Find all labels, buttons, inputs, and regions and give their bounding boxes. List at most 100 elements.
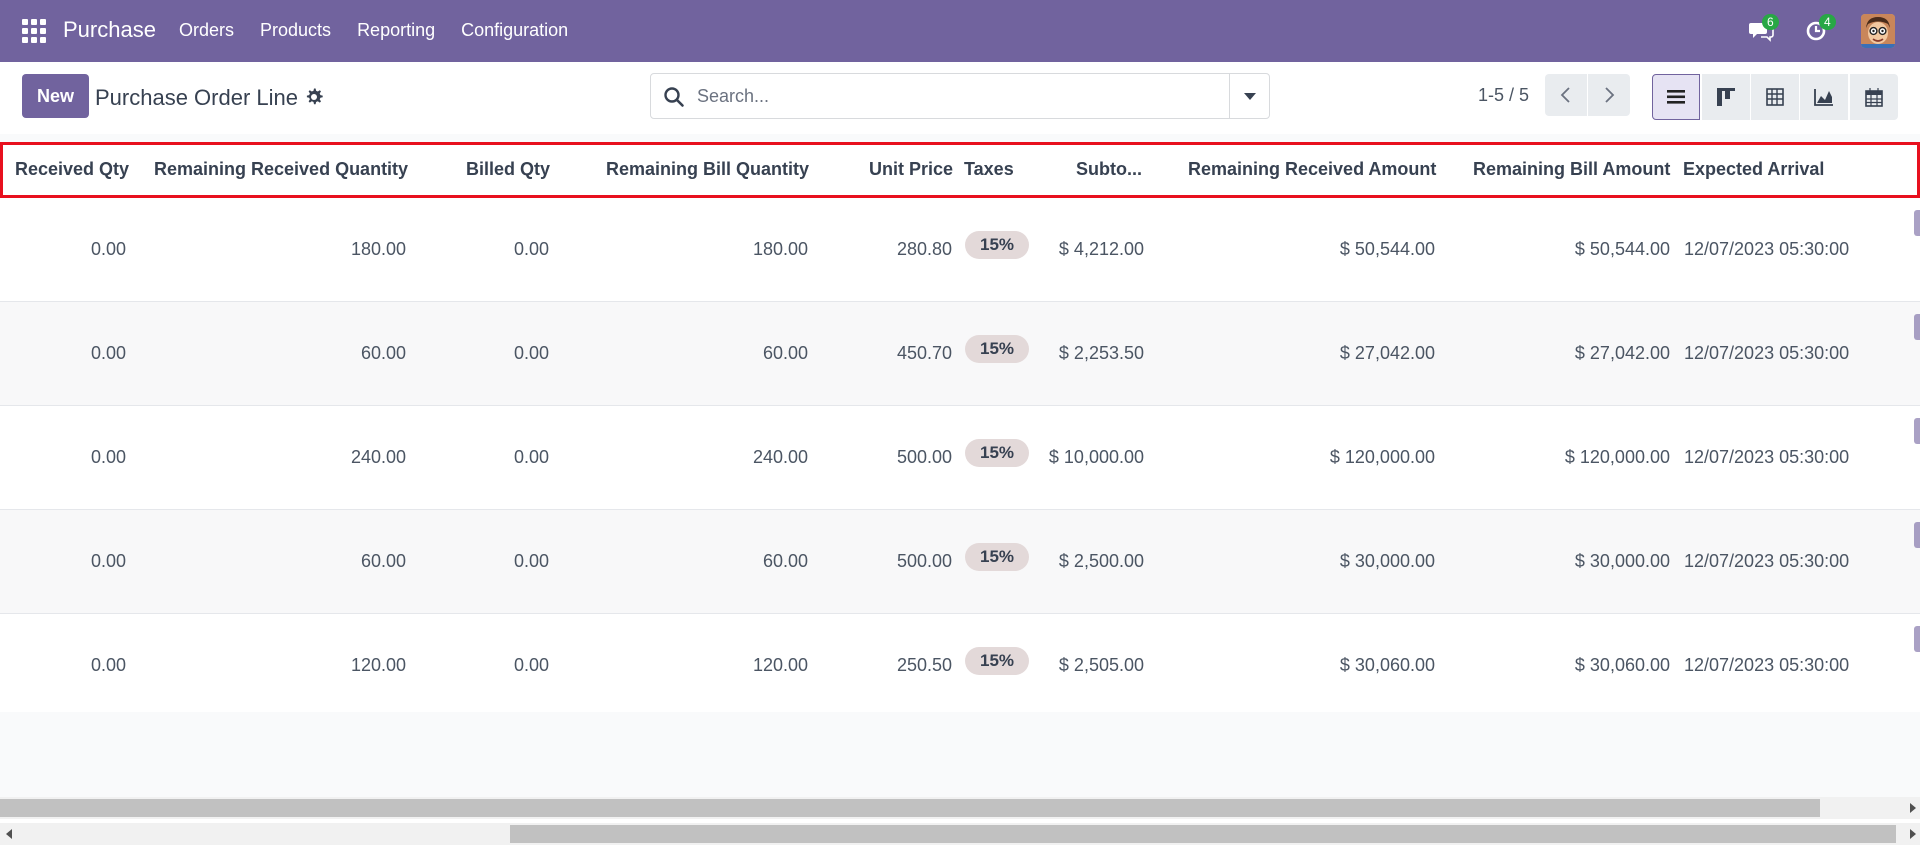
scrollbar-thumb[interactable] [510,825,1896,843]
search-bar [650,73,1270,119]
scrollbar-thumb[interactable] [0,799,1820,817]
cell-billed-qty: 0.00 [513,655,549,675]
search-icon [663,86,685,108]
scroll-right-arrow-icon[interactable] [1910,829,1916,839]
cell-remaining-bill-amount: $ 30,000.00 [1574,551,1670,571]
chevron-right-icon [1605,87,1615,103]
calendar-view-icon [1865,88,1883,107]
cell-remaining-received-quantity: 120.00 [350,655,406,675]
cell-received-qty: 0.00 [90,447,126,467]
row-action-handle[interactable] [1914,522,1920,548]
main-menu: Orders Products Reporting Configuration [179,20,568,41]
cell-billed-qty: 0.00 [513,239,549,259]
menu-item-orders[interactable]: Orders [179,20,234,41]
cell-billed-qty: 0.00 [513,343,549,363]
cell-remaining-bill-quantity: 120.00 [752,655,808,675]
table-empty-area [0,712,1920,798]
column-header-taxes[interactable]: Taxes [964,159,1014,180]
cell-unit-price: 500.00 [896,447,952,467]
graph-view-button[interactable] [1800,74,1848,120]
cell-remaining-bill-amount: $ 27,042.00 [1574,343,1670,363]
pivot-view-icon [1766,88,1784,106]
cell-remaining-bill-amount: $ 120,000.00 [1564,447,1670,467]
chevron-down-icon [1243,92,1256,100]
column-header-subtotal[interactable]: Subto... [1076,159,1142,180]
column-header-received-qty[interactable]: Received Qty [15,159,129,180]
cell-remaining-received-quantity: 60.00 [360,343,406,363]
apps-icon[interactable] [22,19,46,43]
gear-icon[interactable] [304,87,324,107]
cell-unit-price: 280.80 [896,239,952,259]
menu-item-products[interactable]: Products [260,20,331,41]
tax-badge: 15% [965,543,1029,571]
cell-received-qty: 0.00 [90,343,126,363]
pager-next-button[interactable] [1588,74,1630,116]
row-action-handle[interactable] [1914,314,1920,340]
cell-expected-arrival: 12/07/2023 05:30:00 [1684,343,1850,363]
table-row[interactable]: 0.00 240.00 0.00 240.00 500.00 15% $ 10,… [0,406,1920,510]
clock-icon[interactable]: 4 [1805,14,1836,44]
activities-badge: 4 [1819,14,1836,30]
cell-remaining-received-quantity: 60.00 [360,551,406,571]
table-row[interactable]: 0.00 60.00 0.00 60.00 450.70 15% $ 2,253… [0,302,1920,406]
tax-badge: 15% [965,439,1029,467]
cell-remaining-received-amount: $ 120,000.00 [1329,447,1435,467]
pager-value[interactable]: 1-5 / 5 [1478,85,1529,106]
cell-remaining-received-amount: $ 50,544.00 [1339,239,1435,259]
tax-badge: 15% [965,231,1029,259]
app-brand[interactable]: Purchase [63,17,156,43]
column-header-remaining-bill-amount[interactable]: Remaining Bill Amount [1473,159,1670,180]
cell-unit-price: 500.00 [896,551,952,571]
column-header-remaining-received-amount[interactable]: Remaining Received Amount [1188,159,1436,180]
search-options-toggle[interactable] [1229,74,1269,118]
column-header-unit-price[interactable]: Unit Price [869,159,953,180]
row-action-handle[interactable] [1914,418,1920,444]
cell-subtotal: $ 2,500.00 [1058,551,1144,571]
new-button[interactable]: New [22,74,89,118]
kanban-view-button[interactable] [1702,74,1750,120]
row-action-handle[interactable] [1914,626,1920,652]
search-input[interactable] [697,75,1197,117]
graph-view-icon [1814,89,1833,106]
pager-previous-button[interactable] [1545,74,1587,116]
control-panel: New Purchase Order Line 1-5 / 5 [0,62,1920,134]
cell-remaining-bill-quantity: 60.00 [762,551,808,571]
column-header-billed-qty[interactable]: Billed Qty [466,159,550,180]
scroll-left-arrow-icon[interactable] [6,829,12,839]
cell-billed-qty: 0.00 [513,551,549,571]
calendar-view-button[interactable] [1850,74,1898,120]
menu-item-configuration[interactable]: Configuration [461,20,568,41]
column-header-remaining-bill-quantity[interactable]: Remaining Bill Quantity [606,159,809,180]
table-horizontal-scrollbar[interactable] [0,797,1920,819]
pivot-view-button[interactable] [1751,74,1799,120]
tax-badge: 15% [965,335,1029,363]
row-action-handle[interactable] [1914,210,1920,236]
cell-expected-arrival: 12/07/2023 05:30:00 [1684,655,1850,675]
cell-remaining-bill-quantity: 240.00 [752,447,808,467]
cell-remaining-received-amount: $ 30,060.00 [1339,655,1435,675]
cell-expected-arrival: 12/07/2023 05:30:00 [1684,447,1850,467]
top-navbar: Purchase Orders Products Reporting Confi… [0,0,1920,62]
cell-remaining-bill-quantity: 180.00 [752,239,808,259]
messages-badge: 6 [1762,14,1779,30]
page-horizontal-scrollbar[interactable] [0,823,1920,845]
table-row[interactable]: 0.00 120.00 0.00 120.00 250.50 15% $ 2,5… [0,614,1920,718]
cell-subtotal: $ 2,505.00 [1058,655,1144,675]
avatar[interactable] [1861,14,1895,48]
column-header-expected-arrival[interactable]: Expected Arrival [1683,159,1824,180]
menu-item-reporting[interactable]: Reporting [357,20,435,41]
cell-received-qty: 0.00 [90,655,126,675]
chat-icon[interactable]: 6 [1748,14,1779,44]
scroll-right-arrow-icon[interactable] [1910,803,1916,813]
cell-subtotal: $ 2,253.50 [1058,343,1144,363]
column-header-remaining-received-quantity[interactable]: Remaining Received Quantity [154,159,408,180]
cell-unit-price: 450.70 [896,343,952,363]
cell-remaining-received-amount: $ 27,042.00 [1339,343,1435,363]
list-view: Received Qty Remaining Received Quantity… [0,134,1920,798]
chevron-left-icon [1560,87,1570,103]
cell-remaining-received-quantity: 240.00 [350,447,406,467]
list-view-button[interactable] [1652,74,1700,120]
table-row[interactable]: 0.00 180.00 0.00 180.00 280.80 15% $ 4,2… [0,198,1920,302]
cell-remaining-bill-amount: $ 50,544.00 [1574,239,1670,259]
table-row[interactable]: 0.00 60.00 0.00 60.00 500.00 15% $ 2,500… [0,510,1920,614]
